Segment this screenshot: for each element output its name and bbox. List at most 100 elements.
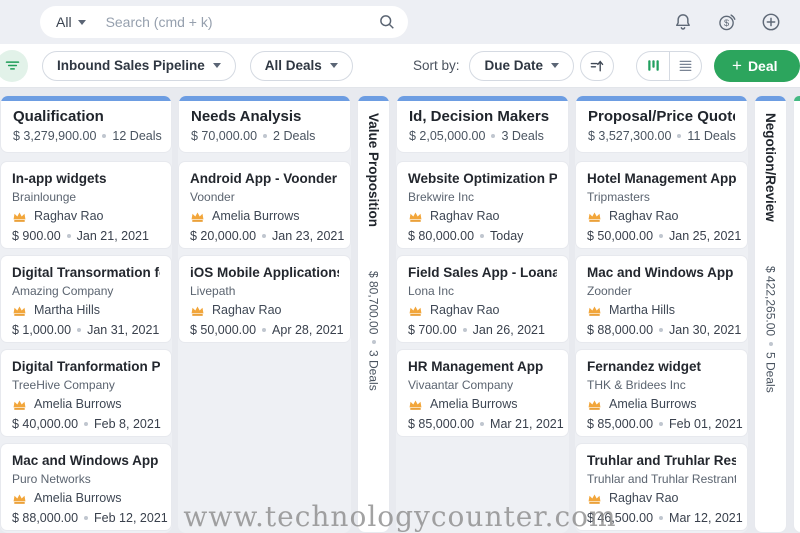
kanban-column-partial[interactable]	[793, 95, 800, 533]
column-deal-count: 2 Deals	[273, 129, 316, 143]
sort-field-selector[interactable]: Due Date	[469, 50, 574, 81]
column-deal-count: 3 Deals	[366, 350, 381, 392]
topbar-icon-group: $	[672, 11, 782, 33]
owner-crown-icon	[190, 304, 205, 317]
dot-separator-icon	[66, 234, 71, 238]
deal-company: Brainlounge	[12, 190, 77, 204]
pipeline-selector[interactable]: Inbound Sales Pipeline	[42, 50, 236, 81]
deal-owner: Amelia Burrows	[212, 209, 300, 223]
deal-card[interactable]: HR Management App Vivaantar Company Amelia…	[396, 349, 569, 437]
deal-company: Vivaantar Company	[408, 378, 514, 392]
deal-card[interactable]: Mac and Windows App Zoonder Martha Hills $ …	[575, 255, 748, 343]
deal-card[interactable]: Mac and Windows App f... Puro Networks Ame…	[0, 443, 172, 531]
filter-button[interactable]	[0, 49, 28, 82]
search-scope-dropdown[interactable]: All	[56, 14, 86, 30]
sort-order-button[interactable]	[580, 50, 614, 81]
deal-company: Livepath	[190, 284, 236, 298]
column-deal-count: 5 Deals	[763, 351, 778, 393]
deals-filter-selector[interactable]: All Deals	[249, 50, 353, 81]
deal-due-date: Feb 01, 2021	[669, 417, 743, 431]
deal-company: Tripmasters	[587, 190, 650, 204]
sort-by-label: Sort by:	[412, 58, 460, 73]
column-amount: $ 3,279,900.00	[13, 129, 97, 143]
deal-due-date: Jan 23, 2021	[272, 229, 345, 243]
deal-title: Digital Transormation fo...	[12, 265, 160, 280]
deal-card[interactable]: iOS Mobile Applications... Livepath Raghav…	[178, 255, 351, 343]
column-deal-count: 12 Deals	[112, 129, 162, 143]
chevron-down-icon	[551, 63, 559, 68]
deal-company: Amazing Company	[12, 284, 114, 298]
owner-crown-icon	[587, 210, 602, 223]
deal-amount: $ 700.00	[408, 323, 457, 337]
deal-title: iOS Mobile Applications...	[190, 265, 339, 280]
dot-separator-icon	[659, 516, 664, 520]
deal-title: Hotel Management App	[587, 171, 736, 186]
currency-icon[interactable]: $	[716, 11, 738, 33]
deal-card[interactable]: In-app widgets Brainlounge Raghav Rao $ 900…	[0, 161, 172, 249]
deal-title: Mac and Windows App f...	[12, 453, 160, 468]
deal-card[interactable]: Digital Transormation fo... Amazing Compa…	[0, 255, 172, 343]
deal-owner: Raghav Rao	[430, 303, 500, 317]
column-summary: $ 3,279,900.00 12 Deals	[13, 129, 162, 143]
deal-amount: $ 85,000.00	[408, 417, 475, 431]
deal-card[interactable]: Truhlar and Truhlar Rest... Truhlar and T…	[575, 443, 748, 531]
deal-card[interactable]: Field Sales App - Loana Inc Lona Inc Ragha…	[396, 255, 569, 343]
column-header[interactable]: Qualification $ 3,279,900.00 12 Deals	[0, 95, 172, 153]
owner-crown-icon	[190, 210, 205, 223]
column-amount: $ 80,700.00	[366, 271, 381, 335]
deal-title: Field Sales App - Loana Inc	[408, 265, 557, 280]
deal-company: Puro Networks	[12, 472, 91, 486]
deal-title: In-app widgets	[12, 171, 107, 186]
add-plus-icon[interactable]	[760, 11, 782, 33]
search-icon[interactable]	[378, 13, 396, 31]
notifications-bell-icon[interactable]	[672, 11, 694, 33]
dot-separator-icon	[659, 328, 664, 332]
deal-card[interactable]: Hotel Management App Tripmasters Raghav Ra…	[575, 161, 748, 249]
deal-card[interactable]: Website Optimization Pr... Brekwire Inc Ra…	[396, 161, 569, 249]
column-title: Proposal/Price Quote	[588, 108, 735, 125]
column-header[interactable]: Needs Analysis $ 70,000.00 2 Deals	[178, 95, 351, 153]
owner-crown-icon	[408, 304, 423, 317]
deal-owner: Raghav Rao	[34, 209, 104, 223]
deal-title: Fernandez widget	[587, 359, 702, 374]
kanban-board: Qualification $ 3,279,900.00 12 Deals In-ap…	[0, 88, 800, 533]
deal-title: Digital Tranformation Pr...	[12, 359, 160, 374]
deal-owner: Amelia Burrows	[34, 397, 122, 411]
kanban-column-collapsed[interactable]: Value Proposition $ 80,700.00 3 Deals	[357, 95, 390, 533]
deal-owner: Amelia Burrows	[430, 397, 518, 411]
dot-separator-icon	[677, 134, 682, 138]
dot-separator-icon	[659, 234, 664, 238]
kanban-column-collapsed[interactable]: Negotion/Review $ 422,265.00 5 Deals	[754, 95, 787, 533]
deal-card[interactable]: Android App - Voonder Voonder Amelia Burro…	[178, 161, 351, 249]
kanban-column: Qualification $ 3,279,900.00 12 Deals In-ap…	[0, 95, 172, 533]
dot-separator-icon	[102, 134, 107, 138]
deal-company: Voonder	[190, 190, 235, 204]
owner-crown-icon	[12, 304, 27, 317]
kanban-view-button[interactable]	[637, 52, 669, 80]
column-title: Value Proposition	[366, 113, 381, 228]
deal-due-date: Jan 21, 2021	[76, 229, 149, 243]
column-header[interactable]: Id, Decision Makers $ 2,05,000.00 3 Deals	[396, 95, 569, 153]
kanban-column: Proposal/Price Quote $ 3,527,300.00 11 Dea…	[575, 95, 748, 533]
dot-separator-icon	[462, 328, 467, 332]
pipeline-toolbar: Inbound Sales Pipeline All Deals Sort by…	[0, 44, 800, 88]
deal-amount: $ 46,500.00	[587, 511, 654, 525]
deal-due-date: Mar 12, 2021	[669, 511, 743, 525]
deals-filter-label: All Deals	[264, 58, 322, 73]
column-header[interactable]: Proposal/Price Quote $ 3,527,300.00 11 Dea…	[575, 95, 748, 153]
search-input[interactable]	[105, 14, 372, 30]
list-view-button[interactable]	[669, 51, 701, 80]
deal-owner: Martha Hills	[34, 303, 100, 317]
column-amount: $ 2,05,000.00	[409, 129, 486, 143]
dot-separator-icon	[84, 422, 89, 426]
deal-due-date: Mar 21, 2021	[490, 417, 564, 431]
deal-card[interactable]: Fernandez widget THK & Bridees Inc Amelia …	[575, 349, 748, 437]
deal-amount: $ 40,000.00	[12, 417, 79, 431]
global-search[interactable]: All	[40, 6, 408, 38]
deal-amount: $ 20,000.00	[190, 229, 257, 243]
deal-amount: $ 80,000.00	[408, 229, 475, 243]
deal-owner: Raghav Rao	[212, 303, 282, 317]
dot-separator-icon	[371, 340, 376, 345]
new-deal-button[interactable]: + Deal	[714, 49, 800, 82]
deal-card[interactable]: Digital Tranformation Pr... TreeHive Comp…	[0, 349, 172, 437]
